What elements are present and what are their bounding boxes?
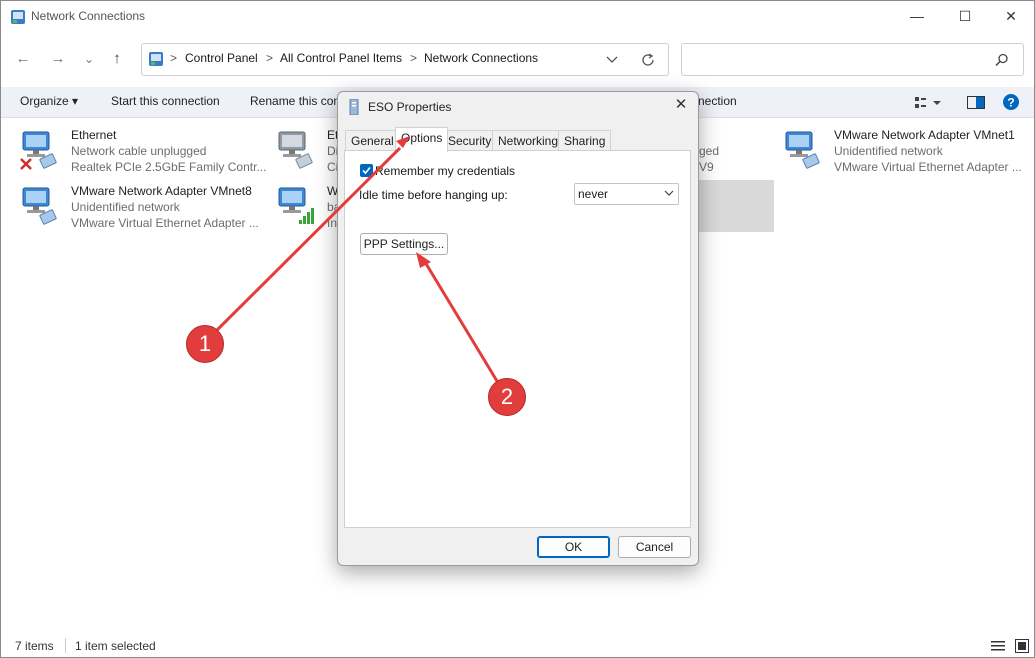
annotation-arrows: [212, 136, 502, 387]
arrow-1-head: [396, 136, 410, 148]
arrow-1-line: [212, 146, 402, 335]
step-marker-2: 2: [488, 378, 526, 416]
arrow-2-line: [423, 261, 502, 387]
step-marker-1: 1: [186, 325, 224, 363]
